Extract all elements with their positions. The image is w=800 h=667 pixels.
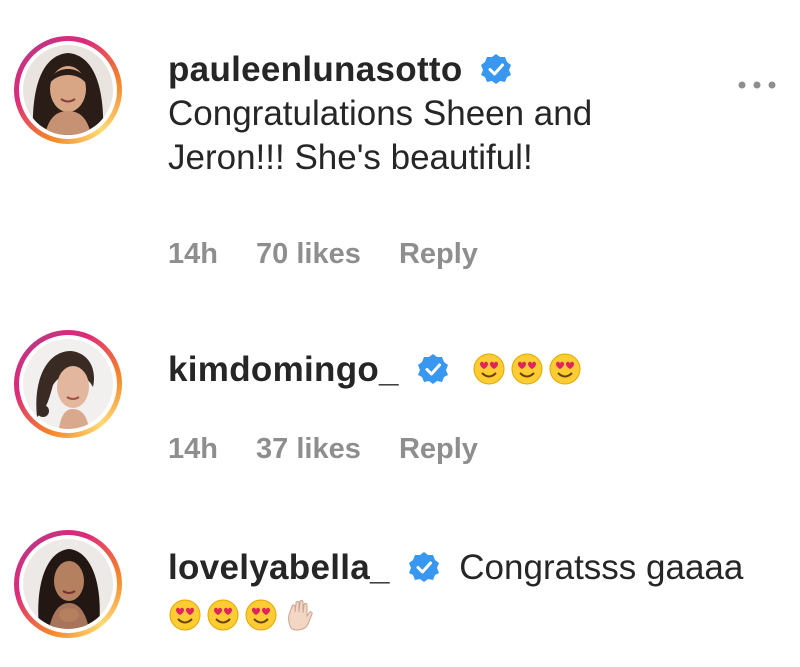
comment-item: lovelyabella_ Congratsss gaaaa (0, 510, 800, 667)
heart-eyes-emoji (245, 599, 277, 631)
avatar[interactable] (14, 530, 122, 638)
heart-eyes-emoji (549, 353, 581, 385)
heart-eyes-emoji (511, 353, 543, 385)
comment-username[interactable]: lovelyabella_ (168, 548, 390, 587)
comment-likes[interactable]: 70 likes (256, 238, 361, 270)
reply-button[interactable]: Reply (399, 238, 478, 270)
avatar-photo (23, 339, 113, 429)
comment-emojis (472, 350, 586, 389)
heart-eyes-emoji (169, 599, 201, 631)
comment-likes[interactable]: 37 likes (256, 433, 361, 465)
avatar[interactable] (14, 36, 122, 144)
comment-username[interactable]: kimdomingo_ (168, 350, 399, 389)
comment-emojis (168, 594, 760, 638)
comment-text: Congratsss gaaaa (459, 548, 744, 587)
avatar[interactable] (14, 330, 122, 438)
comment-item: pauleenlunasotto Congratulations Sheen a… (0, 0, 800, 300)
verified-badge-icon (408, 552, 439, 582)
comment-timestamp[interactable]: 14h (168, 238, 218, 270)
avatar-photo (23, 539, 113, 629)
comment-text-line: Jeron!!! She's beautiful! (168, 138, 533, 177)
avatar-photo (23, 45, 113, 135)
comment-item: kimdomingo_ 14h 37 likes Reply (0, 300, 800, 510)
comment-timestamp[interactable]: 14h (168, 433, 218, 465)
heart-eyes-emoji (473, 353, 505, 385)
comment-text-line: Congratulations Sheen and (168, 94, 593, 133)
more-horizontal-icon[interactable] (736, 78, 778, 92)
waving-hand-emoji (288, 600, 313, 631)
verified-badge-icon (481, 54, 512, 84)
heart-eyes-emoji (207, 599, 239, 631)
verified-badge-icon (417, 354, 448, 384)
comment-username[interactable]: pauleenlunasotto (168, 50, 463, 89)
reply-button[interactable]: Reply (399, 433, 478, 465)
